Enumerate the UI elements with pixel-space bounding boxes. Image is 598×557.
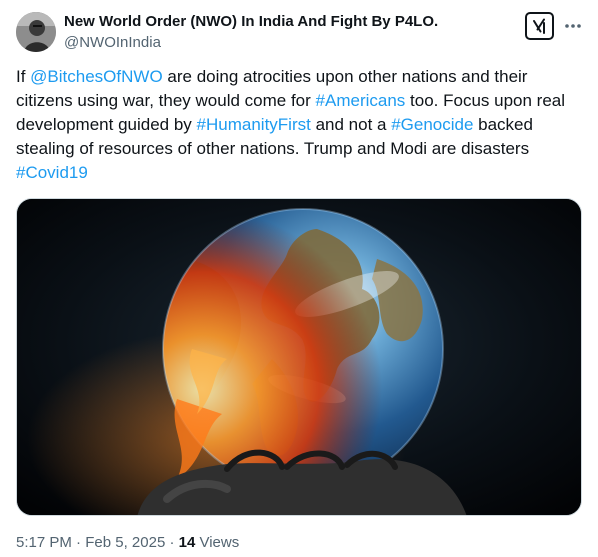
tweet-meta: 5:17 PM · Feb 5, 2025 · 14 Views bbox=[16, 533, 239, 553]
tweet-text-segment: and not a bbox=[310, 115, 392, 134]
hashtag-link[interactable]: #HumanityFirst bbox=[197, 115, 311, 134]
grok-icon bbox=[533, 18, 545, 34]
author-block: New World Order (NWO) In India And Fight… bbox=[64, 12, 438, 53]
grok-button[interactable] bbox=[525, 12, 554, 40]
tweet-media[interactable] bbox=[16, 198, 582, 516]
author-display-name[interactable]: New World Order (NWO) In India And Fight… bbox=[64, 12, 438, 32]
views-label: Views bbox=[195, 534, 240, 551]
hashtag-link[interactable]: #Genocide bbox=[391, 115, 473, 134]
more-options-icon bbox=[565, 24, 581, 28]
author-handle[interactable]: @NWOInIndia bbox=[64, 33, 438, 53]
avatar[interactable] bbox=[16, 12, 56, 52]
hashtag-link[interactable]: #Americans bbox=[316, 91, 406, 110]
meta-separator: · bbox=[165, 534, 179, 551]
tweet-time[interactable]: 5:17 PM bbox=[16, 534, 72, 551]
mention-link[interactable]: @BitchesOfNWO bbox=[30, 67, 163, 86]
tweet-text-segment: If bbox=[16, 67, 31, 86]
more-options-button[interactable] bbox=[562, 14, 584, 38]
burning-earth-in-hand-image bbox=[17, 199, 581, 515]
avatar-photo bbox=[16, 12, 56, 52]
tweet-text: If @BitchesOfNWO are doing atrocities up… bbox=[16, 65, 586, 185]
meta-separator: · bbox=[71, 534, 86, 551]
tweet-date[interactable]: Feb 5, 2025 bbox=[85, 534, 165, 551]
views-count: 14 bbox=[178, 534, 196, 551]
hashtag-link[interactable]: #Covid19 bbox=[16, 163, 88, 182]
